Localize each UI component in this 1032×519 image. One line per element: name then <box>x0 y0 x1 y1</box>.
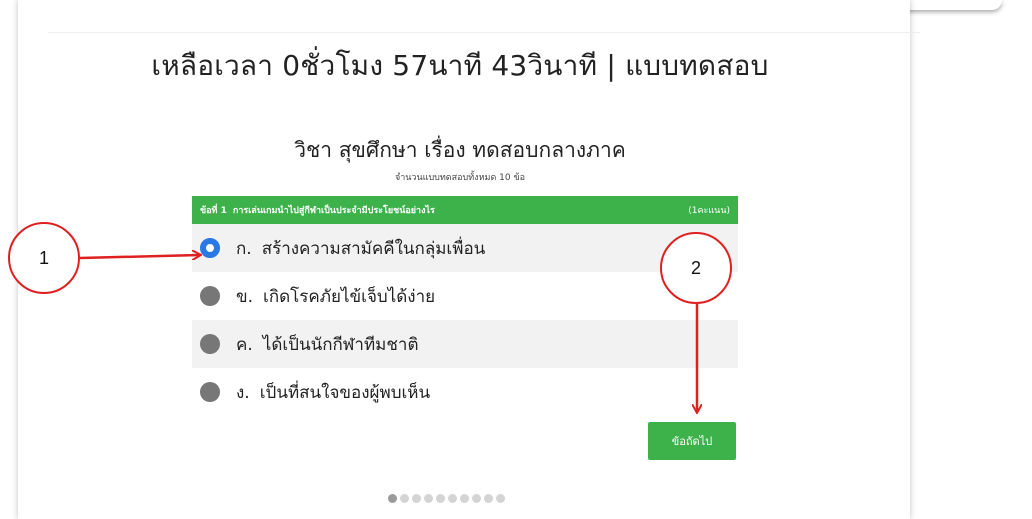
annotation-arrows <box>79 0 1032 519</box>
arrow-to-option-a <box>79 255 200 258</box>
annotation-callout-1: 1 <box>8 222 80 294</box>
annotation-callout-2: 2 <box>660 232 732 304</box>
